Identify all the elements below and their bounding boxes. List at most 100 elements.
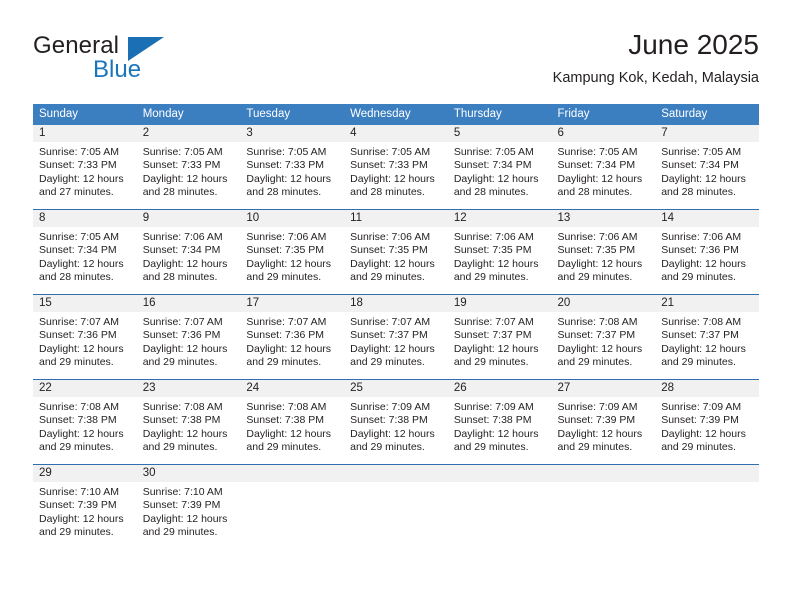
sunset-text: Sunset: 7:35 PM <box>453 244 532 257</box>
sunset-text: Sunset: 7:39 PM <box>661 414 739 427</box>
day-info: Sunrise: 7:05 AM Sunset: 7:34 PM Dayligh… <box>655 142 759 200</box>
weekday-header-saturday: Saturday <box>655 104 759 125</box>
title-block: June 2025 Kampung Kok, Kedah, Malaysia <box>553 28 759 87</box>
day-cell[interactable]: 14 Sunrise: 7:06 AM Sunset: 7:36 PM Dayl… <box>655 209 759 295</box>
weekday-header-monday: Monday <box>136 104 241 125</box>
day-number: 4 <box>344 125 448 142</box>
day-cell[interactable]: 13 Sunrise: 7:06 AM Sunset: 7:35 PM Dayl… <box>551 209 656 295</box>
sunset-text: Sunset: 7:36 PM <box>246 329 325 342</box>
daylight-text-line2: and 29 minutes. <box>39 356 114 369</box>
day-cell[interactable]: 23 Sunrise: 7:08 AM Sunset: 7:38 PM Dayl… <box>136 379 241 465</box>
day-number: 3 <box>240 125 345 142</box>
day-cell[interactable]: 5 Sunrise: 7:05 AM Sunset: 7:34 PM Dayli… <box>447 125 552 210</box>
day-info: Sunrise: 7:10 AM Sunset: 7:39 PM Dayligh… <box>137 482 241 540</box>
day-info: Sunrise: 7:07 AM Sunset: 7:37 PM Dayligh… <box>344 312 448 370</box>
sunrise-text: Sunrise: 7:05 AM <box>39 231 119 243</box>
calendar-body: 1 Sunrise: 7:05 AM Sunset: 7:33 PM Dayli… <box>33 125 759 549</box>
day-info: Sunrise: 7:05 AM Sunset: 7:33 PM Dayligh… <box>344 142 448 200</box>
day-cell[interactable]: 25 Sunrise: 7:09 AM Sunset: 7:38 PM Dayl… <box>344 379 448 465</box>
sunrise-text: Sunrise: 7:08 AM <box>661 316 742 328</box>
day-info: Sunrise: 7:05 AM Sunset: 7:34 PM Dayligh… <box>448 142 552 200</box>
day-number: 6 <box>551 125 656 142</box>
day-cell[interactable]: 4 Sunrise: 7:05 AM Sunset: 7:33 PM Dayli… <box>344 125 448 210</box>
daylight-text-line1: Daylight: 12 hours <box>39 342 124 355</box>
day-cell[interactable]: 11 Sunrise: 7:06 AM Sunset: 7:35 PM Dayl… <box>344 209 448 295</box>
day-cell[interactable]: 8 Sunrise: 7:05 AM Sunset: 7:34 PM Dayli… <box>33 209 137 295</box>
sunset-text: Sunset: 7:33 PM <box>246 159 325 172</box>
sunset-text: Sunset: 7:34 PM <box>661 159 739 172</box>
day-cell[interactable]: 2 Sunrise: 7:05 AM Sunset: 7:33 PM Dayli… <box>136 125 241 210</box>
day-number: 5 <box>447 125 552 142</box>
daylight-text-line2: and 28 minutes. <box>142 186 218 199</box>
day-cell[interactable]: 24 Sunrise: 7:08 AM Sunset: 7:38 PM Dayl… <box>240 379 345 465</box>
day-cell[interactable]: 20 Sunrise: 7:08 AM Sunset: 7:37 PM Dayl… <box>551 294 656 380</box>
day-cell[interactable]: 10 Sunrise: 7:06 AM Sunset: 7:35 PM Dayl… <box>240 209 345 295</box>
day-cell[interactable]: 6 Sunrise: 7:05 AM Sunset: 7:34 PM Dayli… <box>551 125 656 210</box>
day-number: 19 <box>447 295 552 312</box>
day-number: 13 <box>551 210 656 227</box>
day-cell[interactable]: 29 Sunrise: 7:10 AM Sunset: 7:39 PM Dayl… <box>33 464 137 549</box>
day-cell[interactable]: 16 Sunrise: 7:07 AM Sunset: 7:36 PM Dayl… <box>136 294 241 380</box>
daylight-text-line2: and 28 minutes. <box>453 186 529 199</box>
day-info: Sunrise: 7:05 AM Sunset: 7:33 PM Dayligh… <box>33 142 137 200</box>
daylight-text-line2: and 28 minutes. <box>39 271 114 284</box>
day-cell[interactable]: 21 Sunrise: 7:08 AM Sunset: 7:37 PM Dayl… <box>655 294 759 380</box>
day-info: Sunrise: 7:08 AM Sunset: 7:37 PM Dayligh… <box>552 312 656 370</box>
daylight-text-line2: and 29 minutes. <box>350 271 425 284</box>
day-cell-empty <box>655 464 759 549</box>
day-number: 24 <box>240 380 345 397</box>
day-cell[interactable]: 26 Sunrise: 7:09 AM Sunset: 7:38 PM Dayl… <box>447 379 552 465</box>
daylight-text-line2: and 28 minutes. <box>142 271 218 284</box>
day-cell[interactable]: 22 Sunrise: 7:08 AM Sunset: 7:38 PM Dayl… <box>33 379 137 465</box>
weekday-header-wednesday: Wednesday <box>344 104 448 125</box>
day-number: 22 <box>33 380 137 397</box>
day-cell[interactable]: 9 Sunrise: 7:06 AM Sunset: 7:34 PM Dayli… <box>136 209 241 295</box>
daylight-text-line1: Daylight: 12 hours <box>557 172 643 185</box>
day-cell[interactable]: 28 Sunrise: 7:09 AM Sunset: 7:39 PM Dayl… <box>655 379 759 465</box>
day-info: Sunrise: 7:08 AM Sunset: 7:38 PM Dayligh… <box>137 397 241 455</box>
daylight-text-line2: and 28 minutes. <box>246 186 322 199</box>
daylight-text-line2: and 29 minutes. <box>350 356 425 369</box>
day-cell[interactable]: 18 Sunrise: 7:07 AM Sunset: 7:37 PM Dayl… <box>344 294 448 380</box>
sunrise-text: Sunrise: 7:06 AM <box>246 231 327 243</box>
day-cell[interactable]: 19 Sunrise: 7:07 AM Sunset: 7:37 PM Dayl… <box>447 294 552 380</box>
day-info: Sunrise: 7:06 AM Sunset: 7:35 PM Dayligh… <box>240 227 344 285</box>
day-number: 29 <box>33 465 137 482</box>
day-info: Sunrise: 7:09 AM Sunset: 7:39 PM Dayligh… <box>552 397 656 455</box>
daylight-text-line1: Daylight: 12 hours <box>350 342 435 355</box>
day-cell[interactable]: 12 Sunrise: 7:06 AM Sunset: 7:35 PM Dayl… <box>447 209 552 295</box>
sunrise-text: Sunrise: 7:06 AM <box>453 231 534 243</box>
day-info: Sunrise: 7:08 AM Sunset: 7:38 PM Dayligh… <box>33 397 137 455</box>
sunrise-text: Sunrise: 7:05 AM <box>557 146 638 158</box>
sunset-text: Sunset: 7:36 PM <box>661 244 739 257</box>
day-info: Sunrise: 7:09 AM Sunset: 7:38 PM Dayligh… <box>344 397 448 455</box>
daylight-text-line2: and 29 minutes. <box>453 271 529 284</box>
daylight-text-line1: Daylight: 12 hours <box>557 427 643 440</box>
general-blue-logo[interactable]: General Blue <box>33 32 243 90</box>
day-number: 12 <box>447 210 552 227</box>
sunrise-text: Sunrise: 7:05 AM <box>39 146 119 158</box>
sunset-text: Sunset: 7:37 PM <box>453 329 532 342</box>
sunrise-text: Sunrise: 7:05 AM <box>661 146 742 158</box>
daylight-text-line2: and 29 minutes. <box>142 356 218 369</box>
day-number <box>447 465 552 482</box>
daylight-text-line1: Daylight: 12 hours <box>142 172 228 185</box>
day-cell[interactable]: 27 Sunrise: 7:09 AM Sunset: 7:39 PM Dayl… <box>551 379 656 465</box>
day-number: 27 <box>551 380 656 397</box>
sunset-text: Sunset: 7:34 PM <box>557 159 636 172</box>
page-subtitle: Kampung Kok, Kedah, Malaysia <box>552 70 759 86</box>
day-cell[interactable]: 30 Sunrise: 7:10 AM Sunset: 7:39 PM Dayl… <box>136 464 241 549</box>
daylight-text-line2: and 29 minutes. <box>453 356 529 369</box>
daylight-text-line1: Daylight: 12 hours <box>453 427 539 440</box>
day-number: 25 <box>344 380 448 397</box>
day-cell[interactable]: 1 Sunrise: 7:05 AM Sunset: 7:33 PM Dayli… <box>33 125 137 210</box>
day-cell[interactable]: 17 Sunrise: 7:07 AM Sunset: 7:36 PM Dayl… <box>240 294 345 380</box>
day-cell[interactable]: 15 Sunrise: 7:07 AM Sunset: 7:36 PM Dayl… <box>33 294 137 380</box>
day-number: 2 <box>136 125 241 142</box>
day-cell[interactable]: 7 Sunrise: 7:05 AM Sunset: 7:34 PM Dayli… <box>655 125 759 210</box>
page-title: June 2025 <box>628 29 759 60</box>
sunrise-text: Sunrise: 7:07 AM <box>246 316 327 328</box>
day-cell[interactable]: 3 Sunrise: 7:05 AM Sunset: 7:33 PM Dayli… <box>240 125 345 210</box>
daylight-text-line2: and 28 minutes. <box>557 186 633 199</box>
day-number: 20 <box>551 295 656 312</box>
